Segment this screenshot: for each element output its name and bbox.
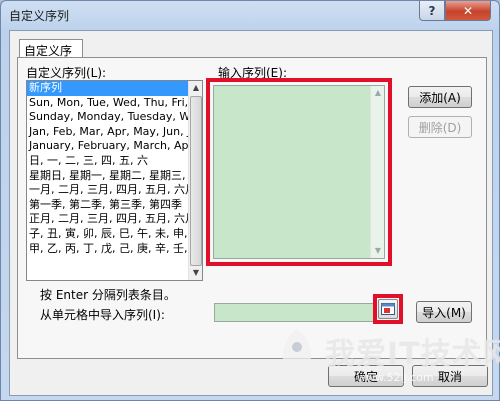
custom-lists-label: 自定义序列(L): bbox=[26, 66, 107, 80]
list-scrollbar[interactable]: ▲ ▼ bbox=[188, 81, 202, 280]
add-button[interactable]: 添加(A) bbox=[408, 86, 472, 108]
list-item[interactable]: 新序列 bbox=[27, 81, 189, 96]
hint-text: 按 Enter 分隔列表条目。 bbox=[40, 288, 176, 302]
dialog-client-area: 自定义序列 自定义序列(L): 新序列Sun, Mon, Tue, Wed, T… bbox=[9, 30, 493, 396]
help-icon: ? bbox=[428, 3, 436, 18]
custom-lists-listbox[interactable]: 新序列 Sun, Mon, Tue, Wed, Thu, Fri, S Sunday… bbox=[26, 80, 203, 281]
help-button[interactable]: ? bbox=[419, 1, 445, 21]
list-item[interactable]: 第一季, 第二季, 第三季, 第四季 bbox=[27, 198, 189, 213]
entries-scrollbar[interactable]: ▲ ▼ bbox=[370, 86, 384, 258]
tab-custom-lists[interactable]: 自定义序列 bbox=[19, 39, 83, 75]
entries-scroll-up-icon[interactable]: ▲ bbox=[371, 86, 385, 100]
scroll-up-icon[interactable]: ▲ bbox=[189, 81, 202, 95]
tab-panel: 自定义序列(L): 新序列 Sun, Mon, Tue, Wed, Thu, Fr… bbox=[17, 57, 487, 359]
list-item[interactable]: Jan, Feb, Mar, Apr, May, Jun, Ju bbox=[27, 125, 189, 140]
list-item[interactable]: 甲, 乙, 丙, 丁, 戊, 己, 庚, 辛, 壬, 癸 bbox=[27, 242, 189, 257]
import-button[interactable]: 导入(M) bbox=[416, 301, 472, 323]
entries-textarea[interactable]: ▲ ▼ bbox=[213, 85, 385, 259]
import-range-label: 从单元格中导入序列(I): bbox=[40, 308, 165, 322]
list-item[interactable]: 日, 一, 二, 三, 四, 五, 六 bbox=[27, 154, 189, 169]
list-item[interactable]: 星期日, 星期一, 星期二, 星期三, 星 bbox=[27, 169, 189, 184]
cancel-button[interactable]: 取消 bbox=[412, 365, 488, 387]
list-item[interactable]: Sunday, Monday, Tuesday, Wed bbox=[27, 110, 189, 125]
title-bar[interactable]: 自定义序列 ? ✕ bbox=[1, 1, 500, 29]
list-item[interactable]: 子, 丑, 寅, 卯, 辰, 巳, 午, 未, 申, 酉 bbox=[27, 227, 189, 242]
range-picker-button[interactable] bbox=[378, 299, 398, 319]
scroll-thumb[interactable] bbox=[190, 96, 202, 266]
list-item[interactable]: 正月, 二月, 三月, 四月, 五月, 六月, bbox=[27, 212, 189, 227]
scroll-down-icon[interactable]: ▼ bbox=[189, 266, 202, 280]
entries-scroll-down-icon[interactable]: ▼ bbox=[371, 244, 385, 258]
range-select-icon bbox=[381, 303, 395, 315]
dialog-window: 自定义序列 ? ✕ 自定义序列 自定义序列(L): 新序列Sun, Mon, T… bbox=[0, 0, 500, 401]
delete-button[interactable]: 删除(D) bbox=[408, 116, 472, 138]
list-item[interactable]: Sun, Mon, Tue, Wed, Thu, Fri, S bbox=[27, 96, 189, 111]
custom-lists-items: 新序列 Sun, Mon, Tue, Wed, Thu, Fri, S Sunday… bbox=[27, 81, 189, 256]
window-title: 自定义序列 bbox=[9, 9, 70, 23]
import-range-input[interactable] bbox=[214, 303, 374, 322]
close-button[interactable]: ✕ bbox=[445, 1, 491, 21]
list-item[interactable]: 一月, 二月, 三月, 四月, 五月, 六月, bbox=[27, 183, 189, 198]
list-item[interactable]: January, February, March, April bbox=[27, 139, 189, 154]
close-icon: ✕ bbox=[462, 3, 474, 18]
ok-button[interactable]: 确定 bbox=[328, 365, 404, 387]
